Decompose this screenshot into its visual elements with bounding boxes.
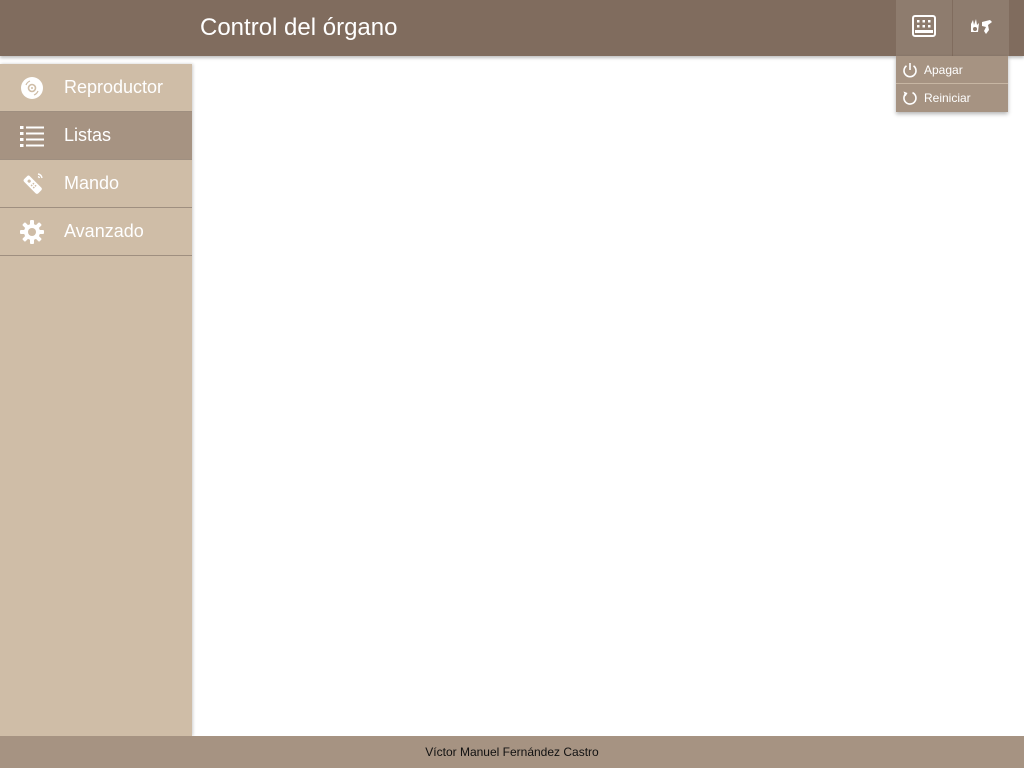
author-credit: Víctor Manuel Fernández Castro [425, 745, 599, 759]
restart-icon [902, 90, 918, 106]
shutdown-menu-item[interactable]: Apagar [896, 56, 1008, 84]
sign-language-button[interactable] [953, 0, 1009, 56]
power-icon [902, 62, 918, 78]
disc-icon [20, 76, 44, 100]
footer: Víctor Manuel Fernández Castro [0, 736, 1024, 768]
main-content [192, 56, 1024, 736]
organ-button[interactable] [896, 0, 952, 56]
list-icon [20, 124, 44, 148]
organ-icon [912, 14, 936, 42]
power-menu: Apagar Reiniciar [896, 56, 1008, 112]
sidebar-item-reproductor[interactable]: Reproductor [0, 64, 192, 112]
restart-menu-item[interactable]: Reiniciar [896, 84, 1008, 112]
page-title: Control del órgano [200, 14, 398, 41]
sidebar-item-label: Mando [64, 173, 120, 193]
shutdown-label: Apagar [924, 62, 963, 77]
app-header: Control del órgano [0, 0, 1024, 56]
gear-icon [20, 220, 44, 244]
sidebar-item-avanzado[interactable]: Avanzado [0, 208, 192, 256]
sidebar-item-listas[interactable]: Listas [0, 112, 192, 160]
sidebar-item-mando[interactable]: Mando [0, 160, 192, 208]
sidebar-item-label: Listas [64, 125, 112, 145]
restart-label: Reiniciar [924, 91, 971, 105]
sign-language-icon [968, 16, 994, 41]
remote-icon [20, 172, 44, 196]
sidebar-item-label: Reproductor [64, 77, 164, 97]
sidebar: Reproductor Listas Mando Avanzado [0, 64, 192, 736]
sidebar-item-label: Avanzado [64, 221, 144, 241]
